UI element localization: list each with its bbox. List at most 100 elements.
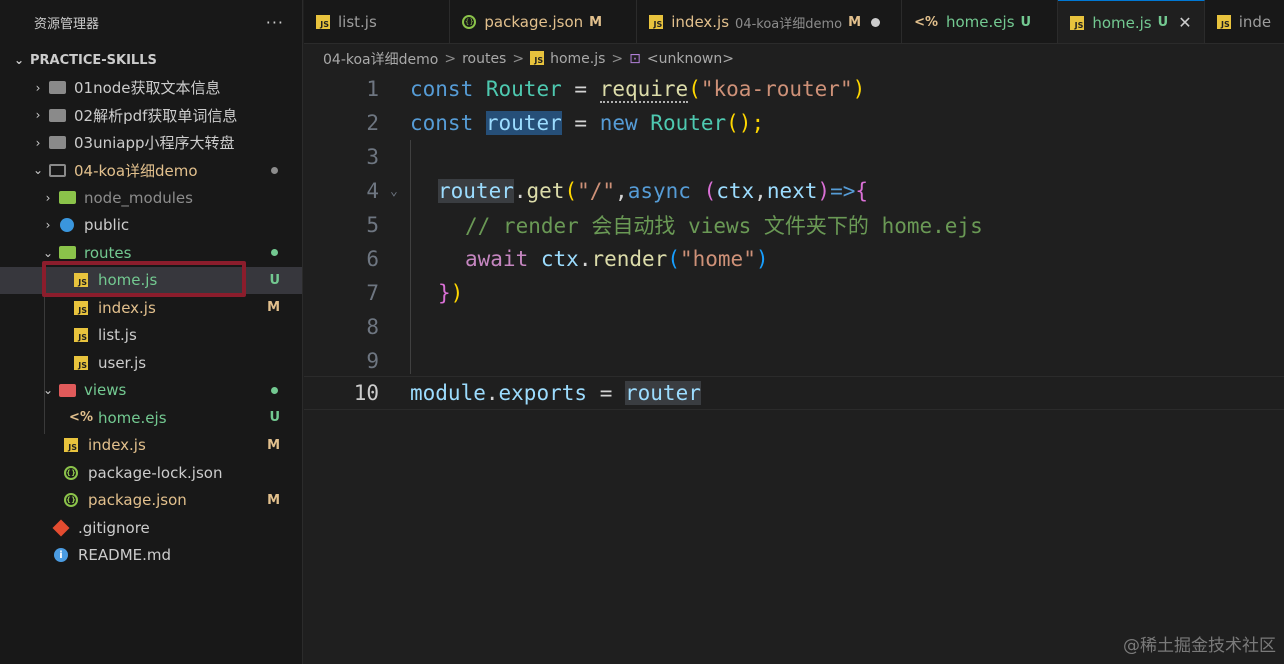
line-number: 7 — [366, 281, 379, 305]
code-line: 1 const Router = require("koa-router") — [304, 72, 1284, 106]
tree-item-index-js[interactable]: JS index.js M — [0, 294, 302, 322]
code-line: 8 — [304, 310, 1284, 344]
tab-package-json[interactable]: {} package.json M — [450, 0, 638, 43]
js-file-icon: JS — [72, 327, 90, 343]
tree-item-node-modules[interactable]: › node_modules — [0, 184, 302, 212]
tree-item-04koa[interactable]: ⌄ 04-koa详细demo — [0, 157, 302, 185]
breadcrumb-symbol[interactable]: <unknown> — [647, 51, 734, 67]
tree-item-gitignore[interactable]: .gitignore — [0, 514, 302, 542]
close-icon[interactable]: ✕ — [1178, 13, 1191, 32]
tab-list-js[interactable]: JS list.js — [304, 0, 451, 43]
symbol-icon: ⊡ — [629, 51, 641, 67]
tab-label: list.js — [338, 13, 377, 31]
tree-item-public[interactable]: › public — [0, 212, 302, 240]
line-number: 10 — [353, 381, 379, 405]
tree-item-label: package-lock.json — [88, 463, 223, 482]
code-text: router.get("/",async (ctx,next)=>{ — [438, 179, 869, 203]
chevron-down-icon: ⌄ — [14, 53, 25, 67]
breadcrumb-sub[interactable]: routes — [462, 51, 506, 67]
code-line: 6 await ctx.render("home") — [304, 242, 1284, 276]
status-badge: M — [589, 14, 603, 30]
tree-item-routes[interactable]: ⌄ routes — [0, 239, 302, 267]
chevron-down-icon: ⌄ — [32, 163, 44, 178]
ejs-file-icon: <% — [914, 14, 938, 30]
explorer-title: 资源管理器 — [34, 16, 100, 32]
tree-item-home-js[interactable]: JS home.js U — [0, 266, 302, 294]
tree-item-package-json[interactable]: {} package.json M — [0, 487, 302, 515]
info-icon: i — [52, 547, 70, 563]
tab-index-js-2[interactable]: JS inde — [1205, 0, 1284, 43]
line-number: 6 — [366, 247, 379, 271]
code-line: 3 — [304, 140, 1284, 174]
tree-item-root-index-js[interactable]: JS index.js M — [0, 432, 302, 460]
workspace-root[interactable]: ⌄ PRACTICE-SKILLS — [0, 46, 302, 74]
explorer-sidebar: 资源管理器 ··· ⌄ PRACTICE-SKILLS › 01node获取文本… — [0, 0, 303, 664]
code-comment: // render 会自动找 views 文件夹下的 home.ejs — [465, 214, 983, 238]
tree-item-home-ejs[interactable]: <% home.ejs U — [0, 404, 302, 432]
code-text: await ctx.render("home") — [465, 247, 769, 271]
code-line: 7 }) — [304, 276, 1284, 310]
chevron-right-icon: › — [35, 80, 41, 95]
status-badge: U — [269, 410, 280, 426]
tab-label: home.ejs — [946, 13, 1015, 31]
folder-icon — [48, 135, 66, 151]
tree-item-02pdf[interactable]: › 02解析pdf获取单词信息 — [0, 102, 302, 130]
tree-item-views[interactable]: ⌄ views — [0, 377, 302, 405]
js-file-icon: JS — [1070, 15, 1085, 30]
code-editor[interactable]: 1 const Router = require("koa-router") 2… — [304, 72, 1284, 664]
js-file-icon: JS — [72, 300, 90, 316]
tree-item-user-js[interactable]: JS user.js — [0, 349, 302, 377]
breadcrumb-separator: > — [512, 51, 525, 67]
code-line-current: 10 module.exports = router — [304, 376, 1284, 410]
unsaved-dot-icon[interactable] — [871, 17, 881, 27]
tree-item-03uniapp[interactable]: › 03uniapp小程序大转盘 — [0, 129, 302, 157]
status-badge: U — [1157, 15, 1169, 30]
chevron-right-icon: › — [45, 218, 51, 233]
chevron-right-icon: › — [35, 108, 41, 123]
node-modules-folder-icon — [58, 190, 76, 206]
tree-item-label: user.js — [98, 353, 147, 372]
workspace-root-label: PRACTICE-SKILLS — [30, 52, 157, 68]
editor-tabs: JS list.js {} package.json M JS index.js… — [304, 0, 1284, 44]
tab-home-ejs[interactable]: <% home.ejs U — [902, 0, 1059, 43]
tree-item-readme[interactable]: i README.md — [0, 542, 302, 570]
tab-label: index.js — [671, 13, 730, 31]
more-actions-icon[interactable]: ··· — [266, 13, 284, 32]
tree-item-package-lock[interactable]: {} package-lock.json — [0, 459, 302, 487]
chevron-right-icon: › — [35, 135, 41, 150]
folder-icon — [48, 107, 66, 123]
tab-label: inde — [1238, 13, 1272, 31]
status-badge: U — [1020, 14, 1032, 30]
tree-item-label: routes — [84, 243, 132, 262]
json-file-icon: {} — [62, 492, 80, 508]
folder-open-icon — [48, 162, 66, 178]
line-number: 2 — [366, 111, 379, 135]
fold-chevron-icon[interactable]: ⌄ — [390, 184, 398, 199]
js-file-icon: JS — [72, 355, 90, 371]
tree-item-label: .gitignore — [78, 518, 150, 537]
folder-icon — [48, 80, 66, 96]
tab-label: package.json — [484, 13, 584, 31]
breadcrumb-file[interactable]: home.js — [550, 51, 605, 67]
tree-item-label: public — [84, 216, 130, 235]
tab-index-js[interactable]: JS index.js 04-koa详细demo M — [637, 0, 903, 43]
line-number: 1 — [366, 77, 379, 101]
tree-item-01node[interactable]: › 01node获取文本信息 — [0, 74, 302, 102]
breadcrumb-separator: > — [444, 51, 457, 67]
line-number: 9 — [366, 349, 379, 373]
breadcrumb-folder[interactable]: 04-koa详细demo — [323, 49, 438, 69]
ejs-file-icon: <% — [69, 410, 93, 426]
js-file-icon: JS — [530, 51, 545, 67]
modified-dot — [271, 166, 278, 174]
code-line: 4 ⌄ router.get("/",async (ctx,next)=>{ — [304, 174, 1284, 208]
tab-label: home.js — [1092, 13, 1152, 32]
tree-item-list-js[interactable]: JS list.js — [0, 322, 302, 350]
js-file-icon: JS — [649, 15, 664, 29]
code-text: module.exports = router — [410, 381, 701, 405]
js-file-icon: JS — [316, 15, 330, 29]
json-file-icon: {} — [62, 465, 80, 481]
tab-home-js[interactable]: JS home.js U ✕ — [1058, 0, 1205, 43]
line-number: 4 — [366, 179, 379, 203]
status-badge: M — [267, 300, 280, 316]
line-number: 8 — [366, 315, 379, 339]
